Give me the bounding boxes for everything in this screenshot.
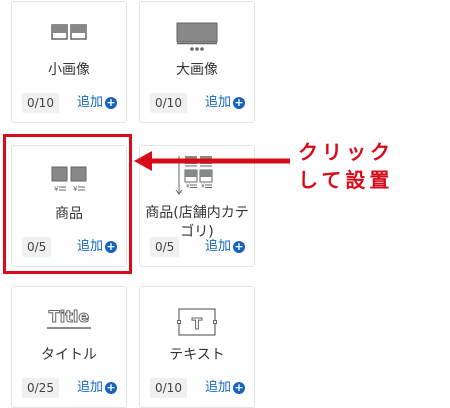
- text-icon: T: [140, 307, 254, 337]
- plus-icon: +: [233, 240, 245, 253]
- card-title: Title タイトル 0/25 追加 +: [11, 286, 127, 408]
- card-label: テキスト: [169, 347, 225, 363]
- svg-text:¥: ¥: [186, 183, 190, 190]
- click-instruction-callout: クリック して設置: [298, 138, 418, 194]
- small-image-icon: [12, 22, 126, 52]
- plus-icon: +: [233, 381, 245, 394]
- item-count: 0/10: [150, 93, 187, 113]
- callout-line-1: クリック: [298, 140, 394, 164]
- add-label: 追加: [76, 380, 103, 395]
- plus-icon: +: [105, 381, 117, 394]
- large-image-icon: [140, 22, 254, 52]
- plus-icon: +: [233, 96, 245, 109]
- card-text: T テキスト 0/10 追加 +: [139, 286, 255, 408]
- card-label: 小画像: [48, 62, 90, 78]
- add-label: 追加: [204, 380, 231, 395]
- title-icon: Title: [12, 307, 126, 337]
- add-label: 追加: [204, 239, 231, 254]
- plus-icon: +: [105, 96, 117, 109]
- item-count: 0/25: [22, 378, 59, 398]
- card-large-image: 大画像 0/10 追加 +: [139, 1, 255, 123]
- add-label: 追加: [204, 95, 231, 110]
- svg-text:T: T: [192, 315, 203, 333]
- arrow-icon: [134, 151, 290, 171]
- add-button[interactable]: 追加 +: [205, 378, 245, 398]
- item-count: 0/10: [22, 93, 59, 113]
- add-button[interactable]: 追加 +: [205, 237, 245, 257]
- card-label: 大画像: [176, 62, 218, 78]
- add-label: 追加: [76, 95, 103, 110]
- add-button[interactable]: 追加 +: [77, 93, 117, 113]
- item-count: 0/5: [150, 237, 180, 257]
- item-count: 0/10: [150, 378, 187, 398]
- svg-text:¥: ¥: [201, 183, 205, 190]
- add-button[interactable]: 追加 +: [77, 378, 117, 398]
- callout-line-2: して設置: [298, 168, 394, 192]
- highlight-box: [3, 134, 132, 274]
- svg-text:Title: Title: [49, 307, 90, 326]
- add-button[interactable]: 追加 +: [205, 93, 245, 113]
- card-label: タイトル: [41, 347, 97, 363]
- card-small-image: 小画像 0/10 追加 +: [11, 1, 127, 123]
